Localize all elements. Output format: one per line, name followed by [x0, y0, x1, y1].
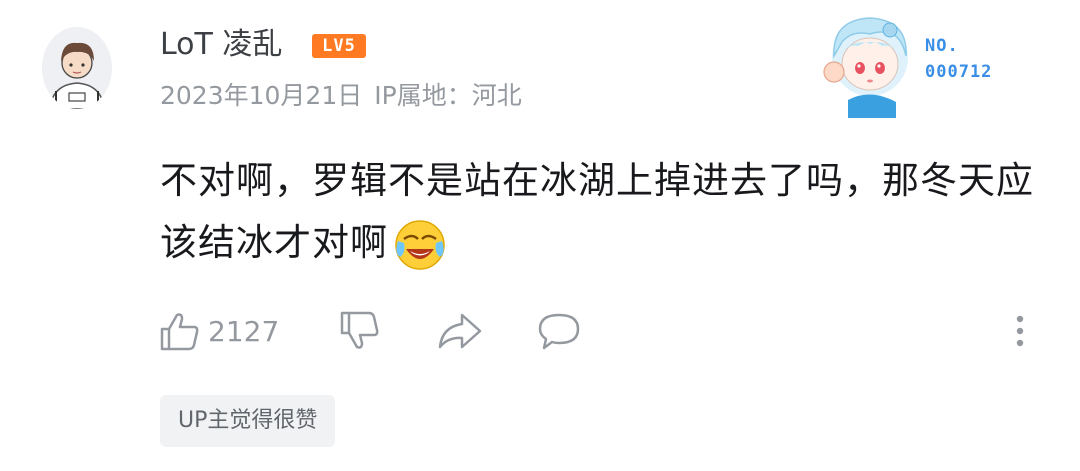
fan-card-number: NO. 000712: [925, 33, 992, 85]
comment-text: 不对啊，罗辑不是站在冰湖上掉进去了吗，那冬天应该结冰才对啊: [160, 150, 1040, 274]
reply-icon: [538, 313, 580, 350]
username[interactable]: LoT 凌乱: [160, 27, 282, 63]
more-icon: [1016, 315, 1024, 347]
avatar[interactable]: [42, 27, 112, 109]
ip-location: IP属地：河北: [374, 81, 522, 110]
fan-card-number-value: 000712: [925, 62, 993, 82]
level-badge: LV5: [312, 34, 366, 58]
dislike-button[interactable]: [338, 306, 382, 356]
thumbs-down-icon: [340, 311, 379, 349]
anime-character-icon: [823, 17, 908, 118]
comment-date: 2023年10月21日: [160, 81, 363, 110]
comment-meta: 2023年10月21日 IP属地：河北: [160, 80, 534, 112]
laugh-cry-emoji: [392, 217, 448, 273]
share-button[interactable]: [436, 306, 484, 356]
like-button[interactable]: 2127: [158, 306, 279, 356]
comment-actions: 2127: [158, 306, 1038, 356]
comment-content: 不对啊，罗辑不是站在冰湖上掉进去了吗，那冬天应该结冰才对啊: [160, 159, 1034, 264]
like-count: 2127: [208, 314, 280, 348]
reply-button[interactable]: [536, 306, 582, 356]
up-liked-tag: UP主觉得很赞: [160, 395, 336, 447]
more-button[interactable]: [1010, 306, 1030, 356]
boy-avatar-icon: [42, 27, 112, 109]
fan-card-number-label: NO.: [925, 36, 959, 56]
share-icon: [438, 313, 482, 349]
thumbs-up-icon: [160, 313, 199, 351]
